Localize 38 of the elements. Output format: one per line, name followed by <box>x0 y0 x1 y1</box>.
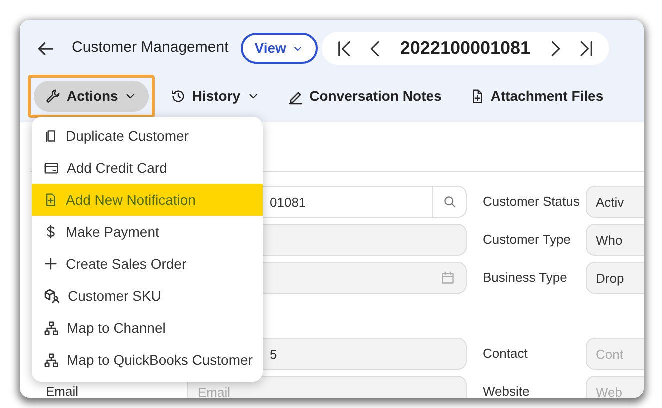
menu-item[interactable]: Make Payment <box>32 216 263 248</box>
dollar-icon <box>44 225 58 239</box>
menu-item[interactable]: Duplicate Customer <box>32 120 263 152</box>
copy-icon <box>44 129 58 143</box>
search-icon <box>443 195 457 209</box>
hierarchy-icon <box>44 320 59 336</box>
hierarchy-icon <box>44 352 59 368</box>
field-label: Customer Status <box>482 193 581 212</box>
menu-item[interactable]: Add New Notification <box>32 184 263 216</box>
credit-card-icon <box>44 160 59 176</box>
plus-icon <box>44 257 58 271</box>
field-label: Contact <box>482 345 529 364</box>
calendar-icon <box>441 271 455 285</box>
text-field[interactable]: Drop <box>586 262 644 294</box>
field-label: Website <box>482 383 531 398</box>
menu-item[interactable]: Customer SKU <box>32 280 263 312</box>
field-label: Email <box>45 383 80 398</box>
record-number: 2022100001081 <box>400 37 531 60</box>
menu-item[interactable]: Create Sales Order <box>32 248 263 280</box>
toolbar-button[interactable]: History <box>159 81 272 112</box>
menu-item[interactable]: Add Credit Card <box>32 152 263 184</box>
text-field[interactable]: Web <box>586 376 644 398</box>
view-button[interactable]: View <box>240 33 318 64</box>
back-arrow-icon <box>37 40 55 58</box>
toolbar-button[interactable]: Conversation Notes <box>276 81 454 112</box>
text-field[interactable]: Who <box>586 224 644 256</box>
box-person-icon <box>44 288 60 304</box>
page-title: Customer Management <box>72 38 229 58</box>
wrench-icon <box>46 89 61 104</box>
toolbar-button[interactable]: Attachment Files <box>458 81 616 112</box>
field-label: Customer Type <box>482 231 572 250</box>
text-field[interactable]: Activ <box>586 186 644 218</box>
text-field[interactable]: Email <box>187 376 467 398</box>
field-label: Business Type <box>482 269 568 288</box>
text-field[interactable]: Cont <box>586 338 644 370</box>
toolbar-button[interactable]: Actions <box>34 81 150 112</box>
history-icon <box>171 89 186 104</box>
file-plus-icon <box>44 193 58 207</box>
